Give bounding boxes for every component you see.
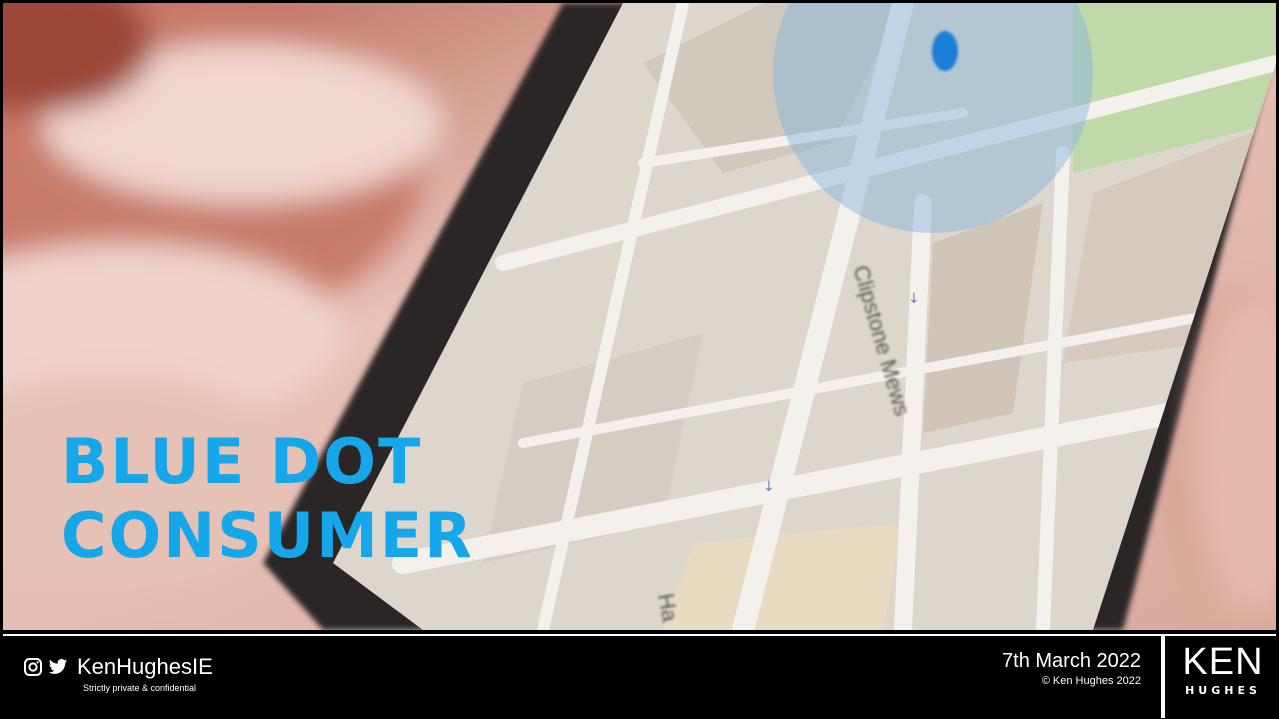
presentation-date: 7th March 2022 xyxy=(1002,650,1141,672)
logo-text-bottom: HUGHES xyxy=(1185,684,1261,697)
social-handle[interactable]: KenHughesIE xyxy=(77,654,213,680)
ken-hughes-logo: KEN HUGHES xyxy=(1173,642,1273,712)
logo-text-top: KEN xyxy=(1182,641,1264,683)
date-block: 7th March 2022 © Ken Hughes 2022 xyxy=(1002,650,1141,687)
footer-divider xyxy=(1161,636,1165,718)
svg-text:↓: ↓ xyxy=(908,291,920,307)
footer: KenHughesIE Strictly private & confident… xyxy=(3,634,1276,718)
title-line-2: CONSUMER xyxy=(61,499,474,572)
slide-title: BLUE DOT CONSUMER xyxy=(61,425,474,573)
title-line-1: BLUE DOT xyxy=(61,425,423,498)
slide: ↓ ↓ Clipstone Mews Ha BLUE DOT CONSUMER xyxy=(0,0,1279,719)
instagram-icon[interactable] xyxy=(23,657,43,677)
hero-photo: ↓ ↓ Clipstone Mews Ha BLUE DOT CONSUMER xyxy=(3,3,1276,630)
copyright-notice: © Ken Hughes 2022 xyxy=(1041,675,1141,687)
twitter-icon[interactable] xyxy=(48,657,68,677)
social-block: KenHughesIE Strictly private & confident… xyxy=(23,654,213,693)
confidential-note: Strictly private & confidential xyxy=(83,683,197,693)
map-street-label: Ha xyxy=(653,592,683,625)
svg-text:↓: ↓ xyxy=(763,479,775,495)
